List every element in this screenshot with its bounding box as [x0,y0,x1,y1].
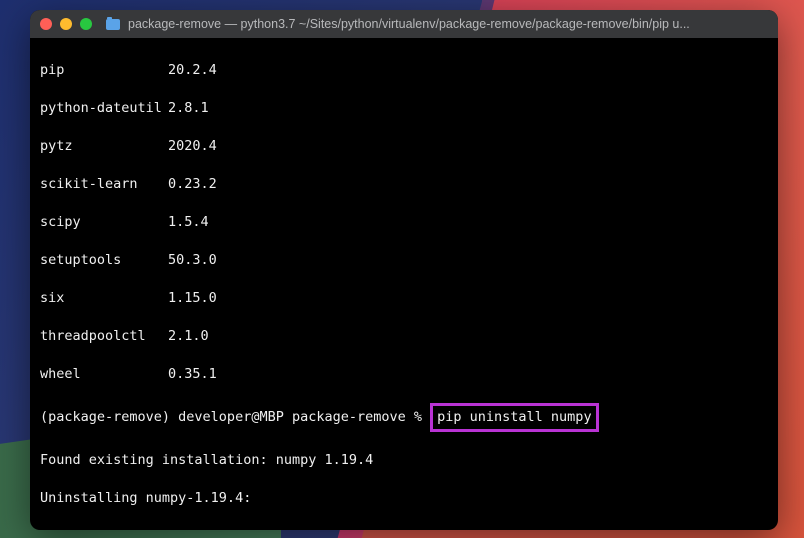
package-version: 2.1.0 [168,327,209,346]
package-version: 0.35.1 [168,365,217,384]
package-name: setuptools [40,251,168,270]
package-name: scikit-learn [40,175,168,194]
maximize-button[interactable] [80,18,92,30]
minimize-button[interactable] [60,18,72,30]
folder-icon [106,19,120,30]
package-name: scipy [40,213,168,232]
package-row: setuptools50.3.0 [40,251,768,270]
package-row: six1.15.0 [40,289,768,308]
package-row: scikit-learn0.23.2 [40,175,768,194]
output-line: Would remove: [40,527,768,530]
package-name: pytz [40,137,168,156]
package-name: python-dateutil [40,99,168,118]
package-row: wheel0.35.1 [40,365,768,384]
package-version: 1.15.0 [168,289,217,308]
package-version: 20.2.4 [168,61,217,80]
close-button[interactable] [40,18,52,30]
title-bar: package-remove — python3.7 ~/Sites/pytho… [30,10,778,38]
output-line: Uninstalling numpy-1.19.4: [40,489,768,508]
package-name: six [40,289,168,308]
output-line: Found existing installation: numpy 1.19.… [40,451,768,470]
package-name: pip [40,61,168,80]
package-row: scipy1.5.4 [40,213,768,232]
package-version: 2020.4 [168,137,217,156]
terminal-window: package-remove — python3.7 ~/Sites/pytho… [30,10,778,530]
package-row: python-dateutil2.8.1 [40,99,768,118]
package-version: 0.23.2 [168,175,217,194]
highlighted-command: pip uninstall numpy [430,403,598,432]
prompt-prefix: (package-remove) developer@MBP package-r… [40,408,430,427]
package-row: pytz2020.4 [40,137,768,156]
package-version: 50.3.0 [168,251,217,270]
package-version: 2.8.1 [168,99,209,118]
package-name: wheel [40,365,168,384]
package-row: threadpoolctl2.1.0 [40,327,768,346]
window-title: package-remove — python3.7 ~/Sites/pytho… [128,17,768,31]
package-row: pip20.2.4 [40,61,768,80]
package-name: threadpoolctl [40,327,168,346]
traffic-lights [40,18,92,30]
prompt-line: (package-remove) developer@MBP package-r… [40,403,768,432]
command-text: pip uninstall numpy [437,409,591,425]
package-version: 1.5.4 [168,213,209,232]
terminal-content[interactable]: pip20.2.4 python-dateutil2.8.1 pytz2020.… [30,38,778,530]
